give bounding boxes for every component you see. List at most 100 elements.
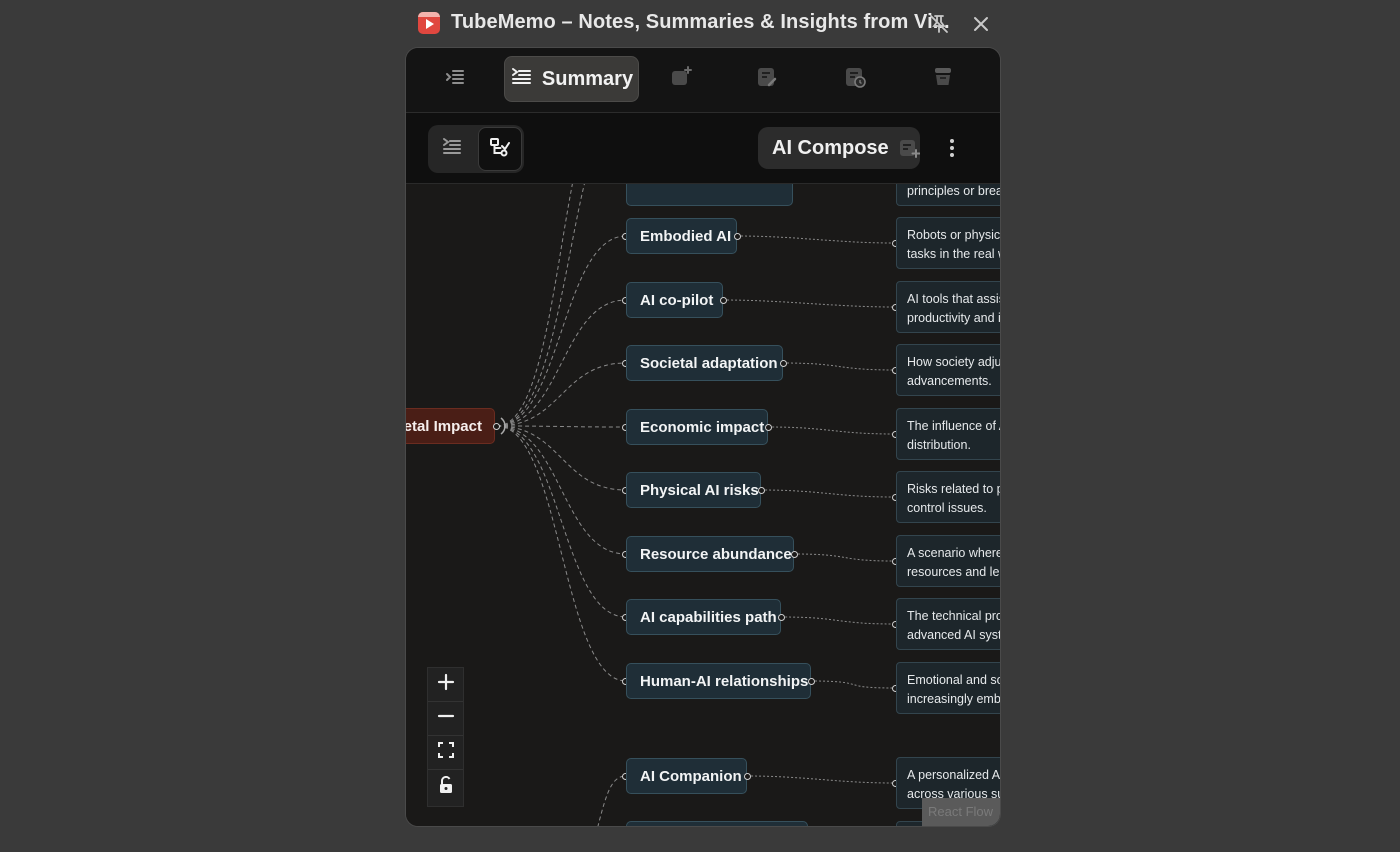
node-label: Societal adaptation [640, 354, 778, 372]
zoom-in-button[interactable] [428, 668, 463, 702]
tab-notes[interactable] [744, 56, 790, 102]
desc-line-1: Robots or physica [907, 228, 1000, 242]
fit-view-button[interactable] [428, 736, 463, 770]
mindmap-node[interactable]: Human-AI relationships [626, 663, 811, 699]
desc-line-1: How society adju [907, 355, 1000, 369]
react-flow-attribution[interactable]: React Flow [922, 798, 1000, 826]
mindmap-description: Robots or physica tasks in the real w [896, 217, 1000, 269]
node-source-handle[interactable] [791, 551, 798, 558]
node-label: Physical AI risks [640, 481, 759, 499]
node-label: Resource abundance [640, 545, 792, 563]
mindmap-node-partial[interactable] [626, 821, 808, 826]
zoom-controls [427, 667, 464, 807]
more-vertical-icon[interactable] [940, 135, 964, 161]
unlock-icon [438, 775, 454, 799]
mindmap-node-partial[interactable] [626, 184, 793, 206]
list-view-button[interactable] [430, 127, 474, 171]
tab-archive[interactable] [920, 56, 966, 102]
view-toolbar: AI Compose [406, 113, 1000, 184]
mindmap-node[interactable]: Resource abundance [626, 536, 794, 572]
mindmap-description: AI tools that assis productivity and i [896, 281, 1000, 333]
chat-plus-icon [669, 65, 693, 94]
lock-button[interactable] [428, 770, 463, 804]
minus-icon [436, 706, 456, 731]
mindmap-node[interactable]: Physical AI risks [626, 472, 761, 508]
node-source-handle[interactable] [720, 297, 727, 304]
node-label: Economic impact [640, 418, 765, 436]
mindmap-node[interactable]: AI capabilities path [626, 599, 781, 635]
fit-view-icon [437, 741, 455, 764]
mindmap-view-button[interactable] [478, 127, 522, 171]
tab-outline[interactable] [432, 56, 478, 102]
desc-line-2: increasingly emb [907, 691, 1000, 706]
outline-list-icon [444, 66, 466, 93]
tab-chat[interactable] [658, 56, 704, 102]
desc-line-2: control issues. [907, 500, 987, 515]
desc-line-1: Emotional and so [907, 673, 1000, 687]
mindmap-description: Risks related to p control issues. [896, 471, 1000, 523]
node-label: AI capabilities path [640, 608, 777, 626]
desc-line-2: advancements. [907, 373, 992, 388]
node-source-handle[interactable] [744, 773, 751, 780]
root-source-handle[interactable] [493, 423, 500, 430]
mindmap-description: The technical pro advanced AI syst [896, 598, 1000, 650]
note-edit-icon [755, 65, 779, 94]
tab-summary[interactable]: Summary [504, 56, 639, 102]
archive-icon [931, 65, 955, 94]
view-mode-toggle [428, 125, 524, 173]
tab-history[interactable] [832, 56, 878, 102]
mindmap-desc-partial: principles or brea [896, 184, 1000, 206]
ai-compose-label: AI Compose [772, 136, 889, 159]
list-view-icon [441, 136, 463, 163]
desc-line-2: resources and lei [907, 564, 1000, 579]
window-title: TubeMemo – Notes, Summaries & Insights f… [451, 11, 950, 33]
title-bar: TubeMemo – Notes, Summaries & Insights f… [406, 0, 1000, 48]
desc-line-1: Risks related to p [907, 482, 1000, 496]
desc-text: principles or brea [907, 184, 1000, 198]
desc-line-2: tasks in the real w [907, 246, 1000, 261]
desc-line-1: AI tools that assis [907, 292, 1000, 306]
desc-line-1: A personalized AI [907, 768, 1000, 782]
mindmap-node[interactable]: Economic impact [626, 409, 768, 445]
desc-line-2: productivity and i [907, 310, 1000, 325]
node-source-handle[interactable] [808, 678, 815, 685]
close-icon[interactable] [969, 12, 993, 36]
summary-list-icon [510, 66, 532, 93]
zoom-out-button[interactable] [428, 702, 463, 736]
node-source-handle[interactable] [778, 614, 785, 621]
mindmap-root-node[interactable]: etal Impact [406, 408, 495, 444]
note-history-icon [843, 65, 867, 94]
mindmap-canvas[interactable]: etal Impact principles or brea Embodied … [406, 184, 1000, 826]
mindmap-description: How society adju advancements. [896, 344, 1000, 396]
unpin-icon[interactable] [927, 12, 951, 36]
desc-line-2: distribution. [907, 437, 971, 452]
mindmap-node[interactable]: AI Companion [626, 758, 747, 794]
desc-line-2: advanced AI syst [907, 627, 1000, 642]
tab-summary-label: Summary [541, 67, 634, 90]
mindmap-view-icon [489, 136, 511, 163]
summary-panel: Summary AI Compose etal Impact principle… [406, 48, 1000, 826]
mindmap-node[interactable]: AI co-pilot [626, 282, 723, 318]
desc-line-1: A scenario where [907, 546, 1000, 560]
node-source-handle[interactable] [780, 360, 787, 367]
node-label: Human-AI relationships [640, 672, 809, 690]
mindmap-node[interactable]: Societal adaptation [626, 345, 783, 381]
node-label: AI co-pilot [640, 291, 714, 309]
node-label: Embodied AI [640, 227, 732, 245]
mindmap-node[interactable]: Embodied AI [626, 218, 737, 254]
mindmap-description: A scenario where resources and lei [896, 535, 1000, 587]
plus-icon [436, 672, 456, 697]
ai-compose-button[interactable]: AI Compose [758, 127, 920, 169]
node-source-handle[interactable] [734, 233, 741, 240]
node-source-handle[interactable] [758, 487, 765, 494]
desc-line-1: The influence of A [907, 419, 1000, 433]
mindmap-description: Emotional and so increasingly emb [896, 662, 1000, 714]
mindmap-description: The influence of A distribution. [896, 408, 1000, 460]
desc-line-1: The technical pro [907, 609, 1000, 623]
app-logo-icon [418, 12, 440, 34]
node-source-handle[interactable] [765, 424, 772, 431]
root-node-label: etal Impact [406, 417, 482, 435]
tab-bar: Summary [406, 48, 1000, 113]
node-label: AI Companion [640, 767, 742, 785]
compose-note-icon [898, 137, 920, 159]
